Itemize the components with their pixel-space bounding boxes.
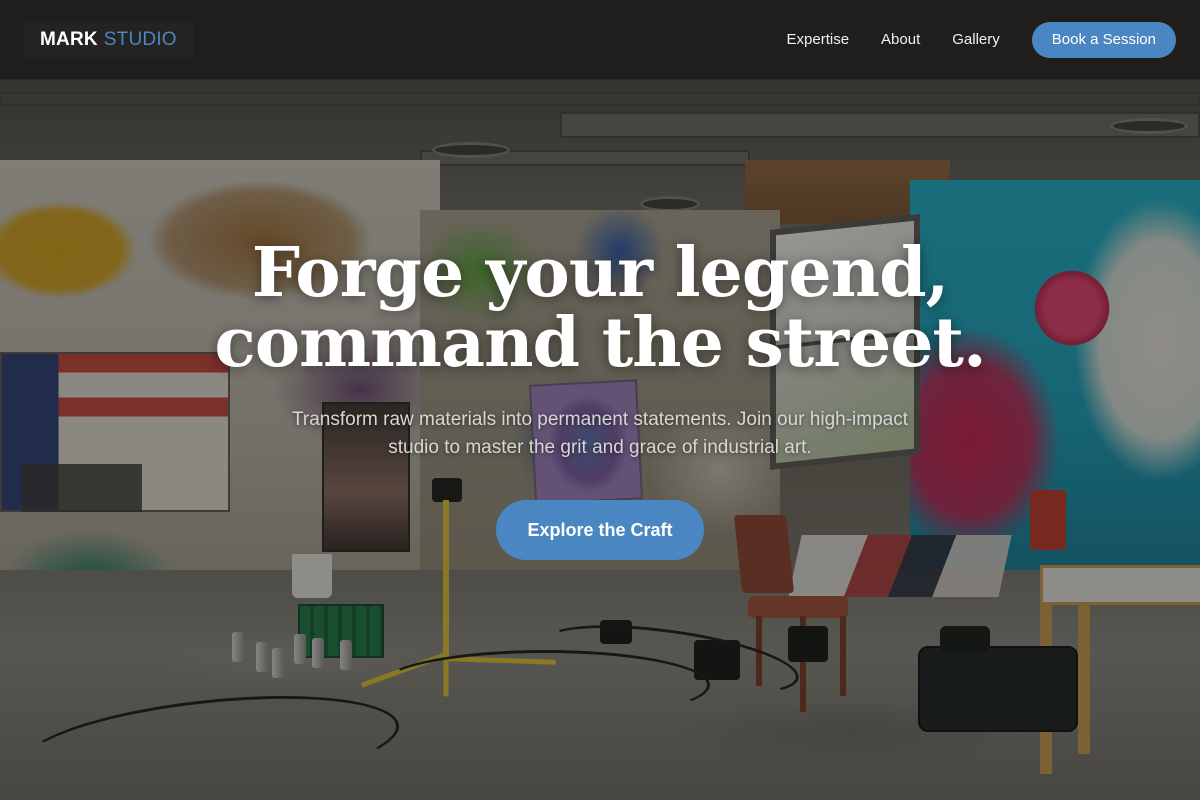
navbar: MARK STUDIO Expertise About Gallery Book… [0, 0, 1200, 80]
headline-line-2: command the street. [214, 303, 986, 383]
headline-line-1: Forge your legend, [251, 233, 950, 313]
hero-section: Forge your legend, command the street. T… [0, 238, 1200, 560]
book-session-button[interactable]: Book a Session [1031, 21, 1176, 58]
nav-link-gallery[interactable]: Gallery [952, 31, 1000, 48]
brand-accent: STUDIO [103, 28, 177, 50]
brand-logo[interactable]: MARK STUDIO [24, 20, 193, 59]
hero-headline: Forge your legend, command the street. [214, 238, 986, 378]
nav-menu: Expertise About Gallery Book a Session [787, 21, 1176, 58]
nav-link-about[interactable]: About [881, 31, 920, 48]
hero-subtext: Transform raw materials into permanent s… [292, 409, 908, 458]
nav-link-expertise[interactable]: Expertise [787, 31, 850, 48]
brand-name: MARK [40, 28, 98, 50]
explore-craft-button[interactable]: Explore the Craft [496, 500, 704, 560]
